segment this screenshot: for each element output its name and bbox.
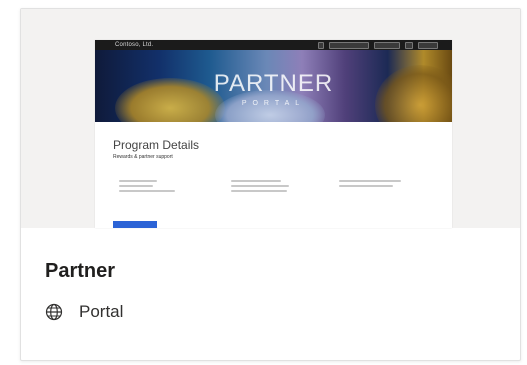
preview-text-column [231,180,289,195]
preview-content: Program Details Rewards & partner suppor… [113,138,199,160]
preview-nav-link [374,42,400,49]
preview-top-bar: Contoso, Ltd. [95,40,452,50]
card-meta: Portal [45,302,123,322]
preview-section-heading: Program Details [113,138,200,152]
preview-nav-link [405,42,413,49]
partner-template-card[interactable]: Contoso, Ltd. PARTNER PORTAL Program Det… [20,8,521,361]
site-preview-thumbnail: Contoso, Ltd. PARTNER PORTAL Program Det… [95,40,452,228]
globe-icon [45,303,63,321]
preview-nav-link [329,42,369,49]
card-title: Partner [45,260,116,282]
preview-hero-title: PARTNER [213,70,334,97]
preview-section-subheading: Rewards & partner support [113,154,173,160]
preview-text-column [119,180,175,195]
card-meta-label: Portal [79,302,124,321]
preview-hero-banner: PARTNER PORTAL [95,50,452,122]
preview-text-column [339,180,401,190]
preview-action-button [113,221,157,228]
preview-nav-link [418,42,438,49]
preview-hero-subtitle: PORTAL [241,100,306,107]
preview-search-icon [318,42,324,49]
preview-nav-links [318,42,438,49]
preview-company-name: Contoso, Ltd. [115,42,154,48]
card-thumbnail-area: Contoso, Ltd. PARTNER PORTAL Program Det… [21,9,520,228]
